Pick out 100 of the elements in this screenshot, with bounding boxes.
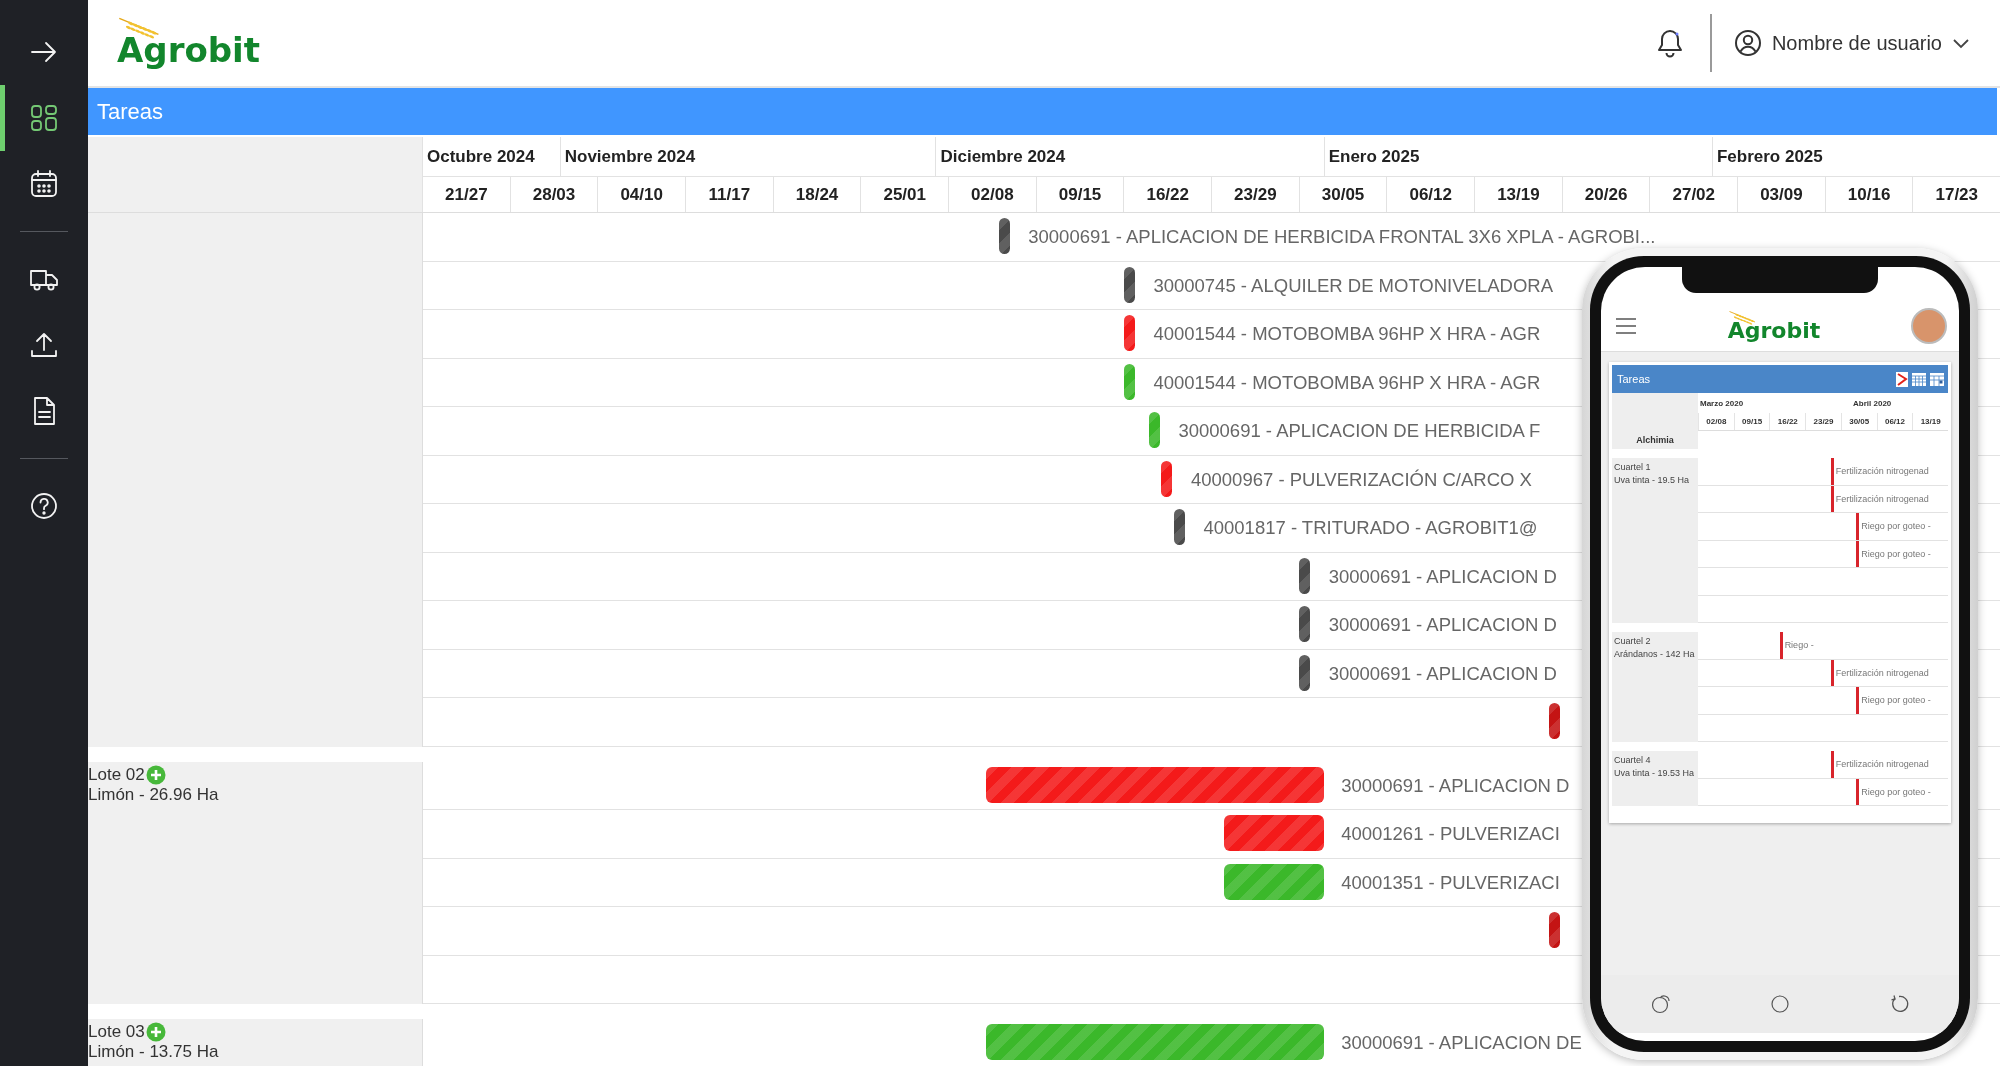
task-label: Riego por goteo - bbox=[1861, 694, 1931, 707]
task-bar[interactable] bbox=[998, 218, 1010, 254]
month-label: Diciembre 2024 bbox=[940, 146, 1066, 167]
task-label: 30000691 - APLICACION DE bbox=[1341, 1031, 1582, 1055]
week-label: 16/22 bbox=[1146, 184, 1189, 205]
week-label: 28/03 bbox=[532, 184, 576, 205]
lot-name: Cuartel 1 bbox=[1614, 461, 1652, 474]
lot-crop: Uva tinta - 19.5 Ha bbox=[1614, 474, 1691, 487]
task-bar[interactable] bbox=[1856, 778, 1860, 805]
task-label: 30000691 - APLICACION DE HERBICIDA F bbox=[1178, 419, 1541, 443]
month-label: Noviembre 2024 bbox=[564, 146, 696, 167]
calendar-icon bbox=[28, 168, 60, 200]
week-label: 09/15 bbox=[1058, 184, 1102, 205]
bell-icon[interactable] bbox=[1655, 28, 1684, 58]
grid-icon bbox=[28, 102, 60, 134]
lot-crop: Uva tinta - 19.53 Ha bbox=[1614, 767, 1696, 780]
week-label: 17/23 bbox=[1935, 184, 1979, 205]
week-label: 13/19 bbox=[1497, 184, 1540, 205]
lot-crop: Limón - 13.75 Ha bbox=[88, 1042, 219, 1062]
week-label: 18/24 bbox=[795, 184, 839, 205]
task-bar[interactable] bbox=[1856, 513, 1860, 540]
circle-icon[interactable] bbox=[1771, 995, 1789, 1013]
month-label: Abril 2020 bbox=[1853, 398, 1892, 408]
task-bar[interactable] bbox=[1299, 654, 1311, 691]
week-label: 06/12 bbox=[1409, 184, 1452, 205]
task-label: Riego por goteo - bbox=[1861, 520, 1931, 533]
user-menu-button[interactable]: Nombre de usuario bbox=[1733, 29, 1970, 57]
task-label: Fertilización nitrogenad bbox=[1835, 492, 1929, 506]
task-label: Riego por goteo - bbox=[1861, 547, 1931, 561]
task-bar[interactable] bbox=[1779, 632, 1783, 659]
task-label: 40001544 - MOTOBOMBA 96HP X HRA - AGR bbox=[1153, 322, 1541, 346]
swirl-icon[interactable] bbox=[1651, 994, 1671, 1014]
task-label: 40001817 - TRITURADO - AGROBIT1@ bbox=[1203, 516, 1538, 540]
month-label: Octubre 2024 bbox=[427, 146, 535, 167]
panel-title: Tareas bbox=[1617, 373, 1651, 385]
task-label: 30000691 - APLICACION D bbox=[1328, 564, 1557, 589]
add-icon[interactable] bbox=[145, 1022, 166, 1042]
month-label: Marzo 2020 bbox=[1700, 398, 1744, 408]
week-label: 13/19 bbox=[1920, 417, 1941, 426]
chevron-down-icon bbox=[1952, 37, 1970, 49]
week-label: 30/05 bbox=[1321, 184, 1365, 205]
week-label: 16/22 bbox=[1777, 417, 1798, 426]
month-label: Enero 2025 bbox=[1328, 146, 1420, 167]
task-label: 40000967 - PULVERIZACIÓN C/ARCO X bbox=[1190, 467, 1532, 492]
panel-title: Tareas bbox=[97, 98, 164, 125]
task-bar[interactable] bbox=[1161, 460, 1173, 497]
task-bar[interactable] bbox=[1123, 315, 1135, 351]
task-bar[interactable] bbox=[1549, 703, 1561, 739]
task-label: 30000691 - APLICACION D bbox=[1341, 773, 1570, 798]
task-bar[interactable] bbox=[1173, 509, 1185, 545]
task-bar[interactable] bbox=[1830, 458, 1834, 485]
calendar-grid-icon[interactable] bbox=[1912, 372, 1926, 386]
month-label: Febrero 2025 bbox=[1716, 146, 1823, 167]
task-bar[interactable] bbox=[1549, 912, 1561, 948]
week-label: 27/02 bbox=[1672, 184, 1715, 205]
refresh-icon[interactable] bbox=[1889, 994, 1909, 1014]
lot-crop: Arándanos - 142 Ha bbox=[1614, 648, 1696, 661]
lot-name: Lote 02 bbox=[88, 764, 145, 785]
task-label: 30000691 - APLICACION D bbox=[1328, 661, 1557, 686]
task-bar[interactable] bbox=[1856, 687, 1860, 714]
week-label: 04/10 bbox=[620, 184, 663, 205]
task-label: Fertilización nitrogenad bbox=[1835, 465, 1929, 478]
week-label: 23/29 bbox=[1813, 417, 1834, 426]
task-label: Fertilización nitrogenad bbox=[1835, 666, 1929, 680]
farm-name: Alchimia bbox=[1636, 434, 1674, 447]
menu-icon[interactable] bbox=[1615, 316, 1637, 336]
task-label: Riego por goteo - bbox=[1861, 785, 1931, 799]
week-label: 03/09 bbox=[1760, 184, 1803, 205]
task-label: 30000691 - APLICACION DE HERBICIDA FRONTAL 3X6 XPLA - AGROBI... bbox=[1028, 225, 1656, 249]
week-label: 23/29 bbox=[1234, 184, 1277, 205]
task-label: Riego - bbox=[1784, 639, 1814, 652]
lot-name: Cuartel 2 bbox=[1614, 635, 1652, 648]
task-label: 30000745 - ALQUILER DE MOTONIVELADORA bbox=[1153, 273, 1554, 298]
week-label: 11/17 bbox=[708, 184, 751, 205]
lot-name: Lote 03 bbox=[88, 1022, 145, 1042]
task-label: 30000691 - APLICACION D bbox=[1328, 613, 1557, 637]
week-label: 25/01 bbox=[883, 184, 926, 205]
task-bar[interactable] bbox=[1299, 557, 1311, 594]
task-label: 40001544 - MOTOBOMBA 96HP X HRA - AGR bbox=[1153, 370, 1541, 395]
calendar-icon[interactable] bbox=[1930, 372, 1944, 386]
task-label: 40001261 - PULVERIZACI bbox=[1341, 822, 1560, 846]
task-bar[interactable] bbox=[986, 766, 1325, 803]
task-bar[interactable] bbox=[1830, 659, 1834, 686]
task-bar[interactable] bbox=[1856, 540, 1860, 567]
task-bar[interactable] bbox=[1299, 606, 1311, 642]
task-bar[interactable] bbox=[1830, 485, 1834, 512]
logo-text: Agrobit bbox=[1727, 317, 1821, 343]
week-label: 10/16 bbox=[1847, 184, 1891, 205]
help-icon bbox=[28, 490, 60, 522]
week-label: 30/05 bbox=[1849, 417, 1870, 426]
user-icon bbox=[1733, 29, 1762, 57]
week-label: 20/26 bbox=[1584, 184, 1628, 205]
task-bar[interactable] bbox=[1830, 751, 1834, 778]
week-label: 02/08 bbox=[1706, 417, 1727, 426]
week-label: 06/12 bbox=[1884, 417, 1905, 426]
week-label: 02/08 bbox=[971, 184, 1014, 205]
lot-name: Cuartel 4 bbox=[1614, 754, 1652, 767]
add-icon[interactable] bbox=[145, 764, 166, 785]
pdf-icon[interactable] bbox=[1896, 371, 1908, 387]
task-bar[interactable] bbox=[1123, 266, 1135, 303]
